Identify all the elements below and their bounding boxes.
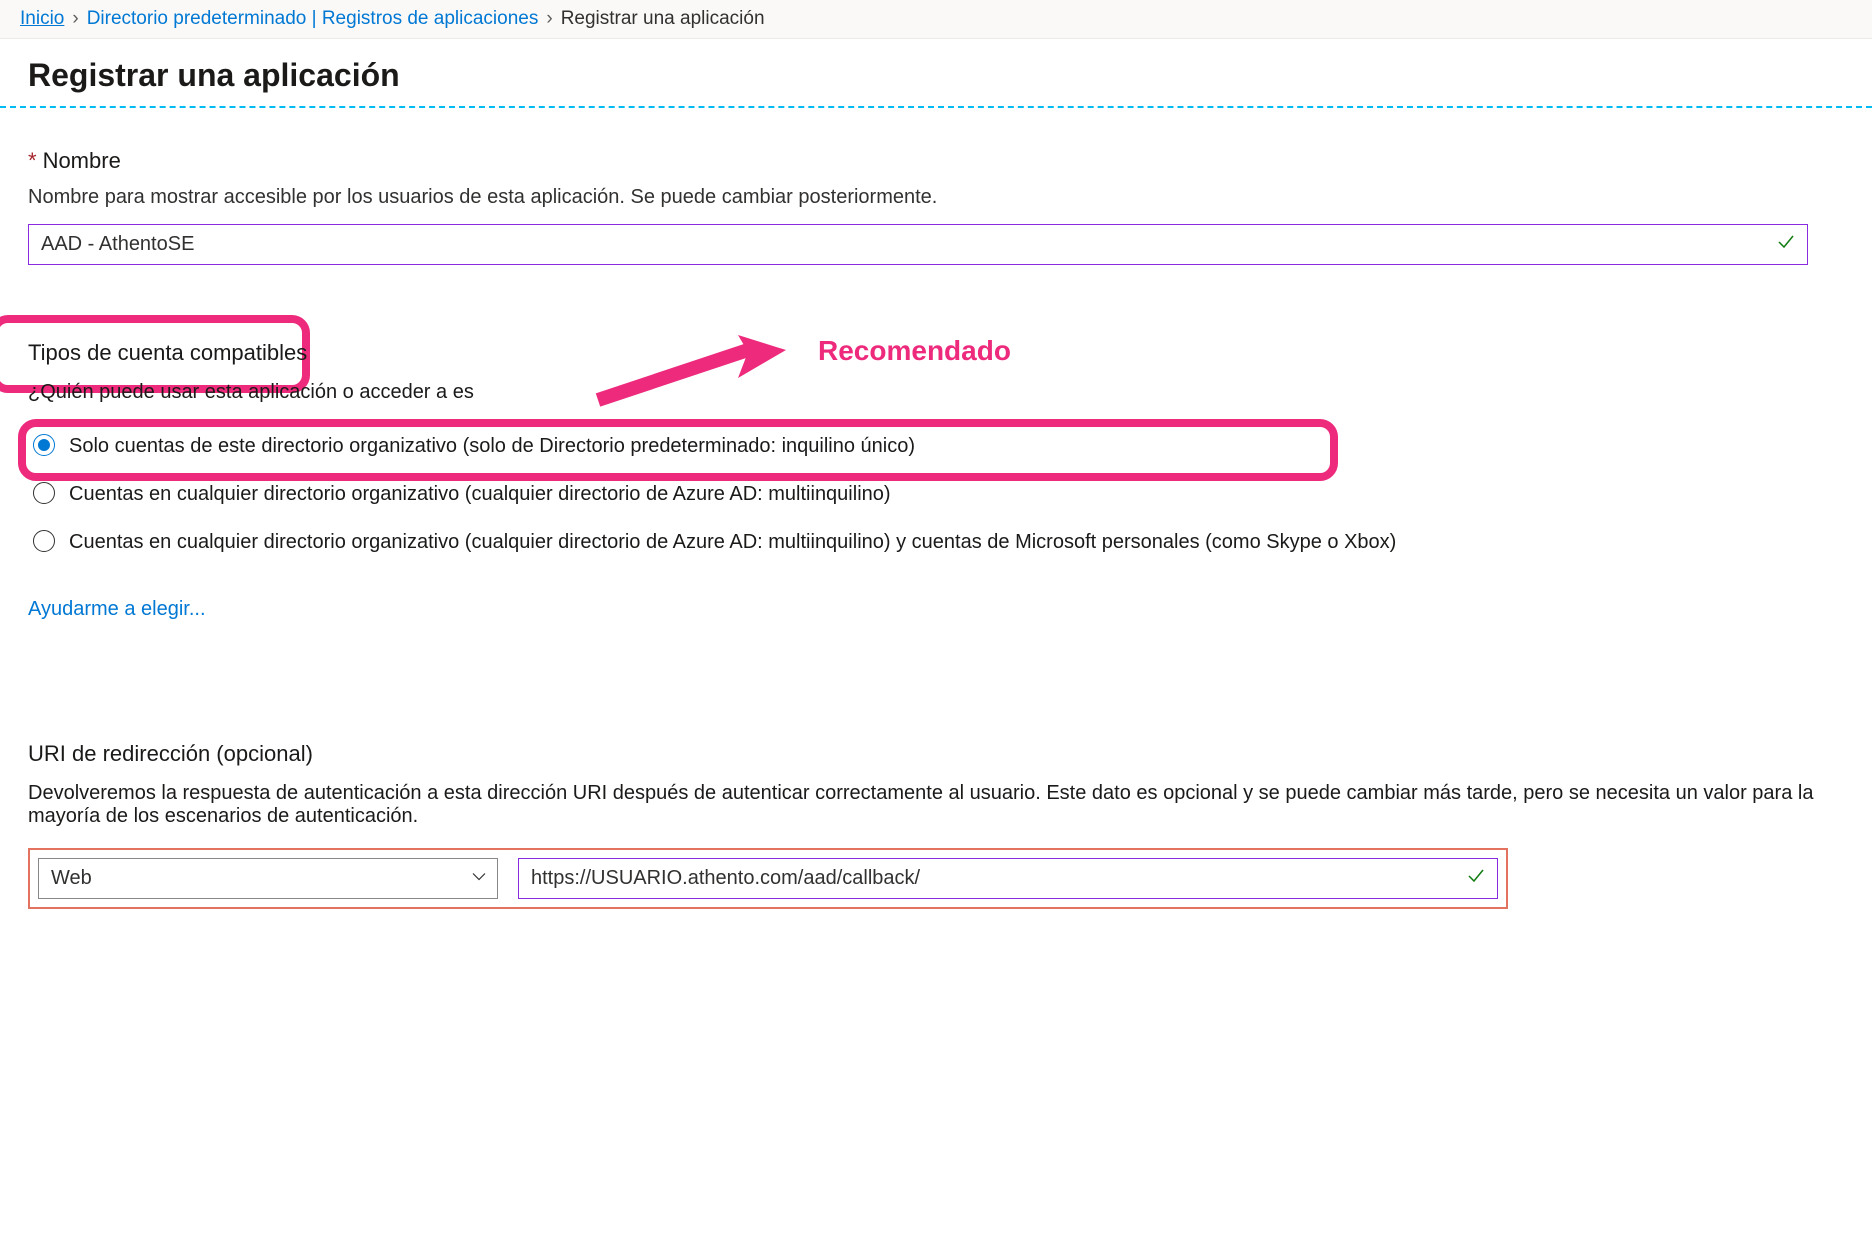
name-field-label: *Nombre bbox=[28, 148, 1844, 174]
annotation-highlight-uri: Web bbox=[28, 848, 1508, 909]
name-field-hint: Nombre para mostrar accesible por los us… bbox=[28, 186, 1844, 209]
redirect-uri-input[interactable] bbox=[518, 858, 1498, 899]
redirect-uri-title: URI de redirección (opcional) bbox=[28, 741, 1844, 767]
radio-option-single-tenant[interactable]: Solo cuentas de este directorio organiza… bbox=[28, 424, 1844, 468]
name-input[interactable] bbox=[28, 224, 1808, 265]
checkmark-icon bbox=[1466, 866, 1486, 892]
redirect-uri-description: Devolveremos la respuesta de autenticaci… bbox=[28, 782, 1844, 828]
help-me-choose-link[interactable]: Ayudarme a elegir... bbox=[28, 598, 206, 621]
breadcrumb-current: Registrar una aplicación bbox=[561, 8, 765, 30]
required-indicator: * bbox=[28, 148, 37, 173]
account-types-title: Tipos de cuenta compatibles bbox=[28, 340, 1844, 366]
chevron-down-icon bbox=[471, 867, 487, 890]
breadcrumb-home[interactable]: Inicio bbox=[20, 8, 64, 30]
page-title: Registrar una aplicación bbox=[0, 39, 1872, 106]
chevron-right-icon: › bbox=[72, 8, 78, 30]
radio-icon bbox=[33, 530, 55, 552]
chevron-right-icon: › bbox=[546, 8, 552, 30]
account-types-radio-group: Solo cuentas de este directorio organiza… bbox=[28, 424, 1844, 564]
radio-option-multi-tenant[interactable]: Cuentas en cualquier directorio organiza… bbox=[28, 472, 1844, 516]
platform-select[interactable]: Web bbox=[38, 858, 498, 899]
platform-select-value: Web bbox=[51, 867, 92, 889]
breadcrumb: Inicio › Directorio predeterminado | Reg… bbox=[0, 0, 1872, 39]
radio-icon bbox=[33, 482, 55, 504]
breadcrumb-app-registrations[interactable]: Directorio predeterminado | Registros de… bbox=[87, 8, 539, 30]
radio-icon bbox=[33, 434, 55, 456]
radio-option-multi-tenant-personal[interactable]: Cuentas en cualquier directorio organiza… bbox=[28, 520, 1844, 564]
checkmark-icon bbox=[1776, 232, 1796, 258]
account-types-subtitle: ¿Quién puede usar esta aplicación o acce… bbox=[28, 381, 1844, 404]
